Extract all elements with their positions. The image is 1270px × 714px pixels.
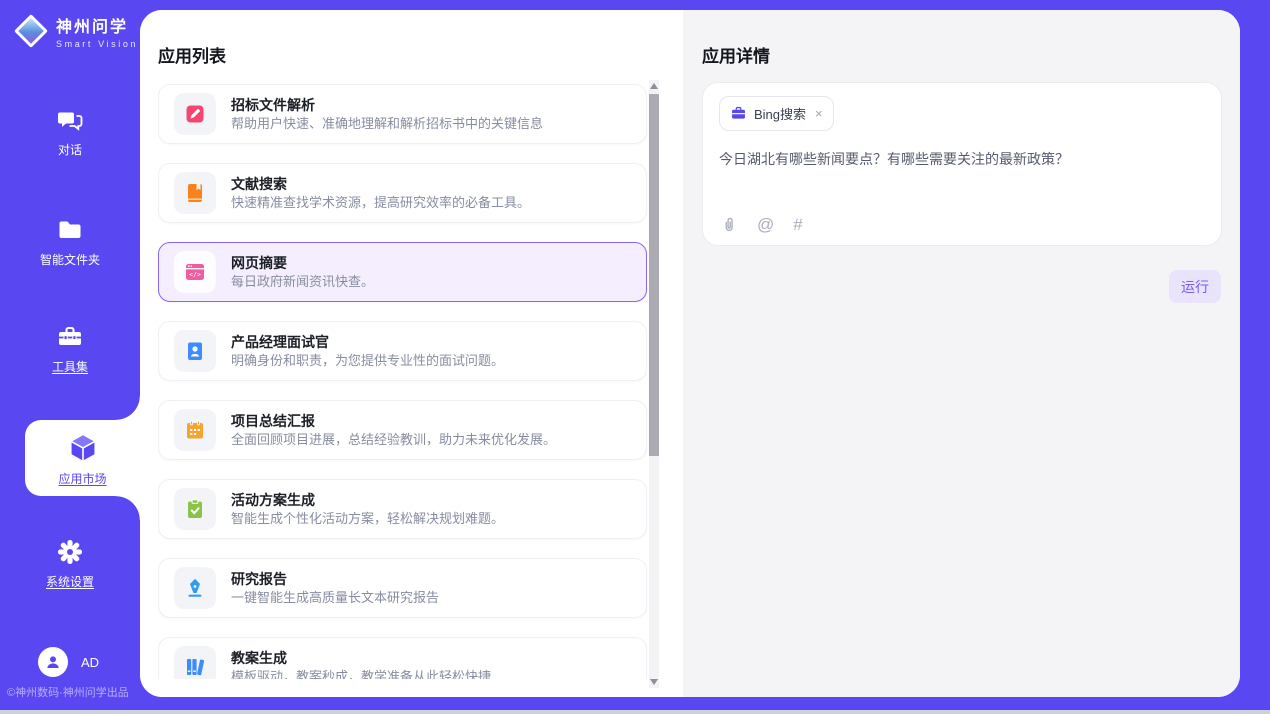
sidebar-item-label: 智能文件夹 <box>40 254 100 266</box>
edit-square-icon <box>174 93 216 135</box>
brand-text: 神州问学 Smart Vision <box>56 13 138 49</box>
app-list: 招标文件解析 帮助用户快速、准确地理解和解析招标书中的关键信息 文献搜索 <box>158 84 647 679</box>
books-icon <box>174 646 216 679</box>
person-icon <box>44 653 62 671</box>
sidebar: 神州问学 Smart Vision 对话 智能文件夹 <box>0 0 140 710</box>
app-detail-panel: 应用详情 Bing搜索 × 今日湖北有哪些新闻要点？有哪些需要关注的最新政策？ <box>683 10 1240 697</box>
toolbox-icon <box>56 323 84 354</box>
app-card-title: 网页摘要 <box>231 256 374 270</box>
calendar-icon <box>174 409 216 451</box>
input-toolbar: @ # <box>720 215 803 233</box>
app-card-desc: 模板驱动，教案秒成，教学准备从此轻松快捷 <box>231 670 491 679</box>
app-card-title: 产品经理面试官 <box>231 335 504 349</box>
main-content: 应用列表 招标文件解析 帮助用户快速、准确地理解和解析招标书中的关键信息 <box>140 10 1240 697</box>
sidebar-item-smart-folder[interactable]: 智能文件夹 <box>0 216 140 266</box>
app-card-bid-analysis[interactable]: 招标文件解析 帮助用户快速、准确地理解和解析招标书中的关键信息 <box>158 84 647 144</box>
avatar <box>38 647 68 677</box>
sidebar-item-label: 系统设置 <box>46 576 94 588</box>
scroll-up-arrow-icon[interactable] <box>650 83 658 89</box>
brand-name: 神州问学 <box>56 13 138 37</box>
book-icon <box>174 172 216 214</box>
sidebar-item-chat[interactable]: 对话 <box>0 106 140 156</box>
hash-icon[interactable]: # <box>793 216 802 233</box>
chat-icon <box>56 106 84 137</box>
run-button[interactable]: 运行 <box>1169 270 1221 303</box>
sidebar-item-label: 对话 <box>58 144 82 156</box>
app-card-literature-search[interactable]: 文献搜索 快速精准查找学术资源，提高研究效率的必备工具。 <box>158 163 647 223</box>
app-card-desc: 帮助用户快速、准确地理解和解析招标书中的关键信息 <box>231 117 543 130</box>
app-list-panel: 应用列表 招标文件解析 帮助用户快速、准确地理解和解析招标书中的关键信息 <box>140 10 683 697</box>
tool-chip-bing-search[interactable]: Bing搜索 × <box>719 96 834 131</box>
app-card-event-plan[interactable]: 活动方案生成 智能生成个性化活动方案，轻松解决规划难题。 <box>158 479 647 539</box>
app-card-desc: 明确身份和职责，为您提供专业性的面试问题。 <box>231 354 504 367</box>
app-card-title: 文献搜索 <box>231 177 530 191</box>
tool-chip-label: Bing搜索 <box>754 104 806 123</box>
pen-nib-icon <box>174 567 216 609</box>
app-card-title: 教案生成 <box>231 651 491 665</box>
app-card-lesson-plan[interactable]: 教案生成 模板驱动，教案秒成，教学准备从此轻松快捷 <box>158 637 647 679</box>
app-list-title: 应用列表 <box>158 42 226 67</box>
sidebar-item-toolset[interactable]: 工具集 <box>0 323 140 373</box>
app-card-desc: 快速精准查找学术资源，提高研究效率的必备工具。 <box>231 196 530 209</box>
prompt-input-card: Bing搜索 × 今日湖北有哪些新闻要点？有哪些需要关注的最新政策？ @ # <box>702 82 1222 246</box>
mention-at-icon[interactable]: @ <box>757 216 774 233</box>
app-card-research-report[interactable]: 研究报告 一键智能生成高质量长文本研究报告 <box>158 558 647 618</box>
app-card-desc: 每日政府新闻资讯快查。 <box>231 275 374 288</box>
badge-person-icon <box>174 330 216 372</box>
cube-icon <box>67 432 99 467</box>
app-card-pm-interviewer[interactable]: 产品经理面试官 明确身份和职责，为您提供专业性的面试问题。 <box>158 321 647 381</box>
svg-text:</>: </> <box>189 271 201 279</box>
browser-code-icon: </> <box>174 251 216 293</box>
user-label: AD <box>81 655 99 670</box>
brand-tagline: Smart Vision <box>56 39 138 49</box>
gear-icon <box>56 538 84 569</box>
app-card-title: 招标文件解析 <box>231 98 543 112</box>
app-card-project-summary[interactable]: 项目总结汇报 全面回顾项目进展，总结经验教训，助力未来优化发展。 <box>158 400 647 460</box>
sidebar-item-settings[interactable]: 系统设置 <box>0 538 140 588</box>
scrollbar-thumb[interactable] <box>649 94 659 456</box>
query-text-input[interactable]: 今日湖北有哪些新闻要点？有哪些需要关注的最新政策？ <box>719 149 1205 169</box>
paperclip-icon[interactable] <box>720 215 738 233</box>
clipboard-check-icon <box>174 488 216 530</box>
app-card-desc: 全面回顾项目进展，总结经验教训，助力未来优化发展。 <box>231 433 556 446</box>
close-icon[interactable]: × <box>815 106 823 121</box>
app-window: 神州问学 Smart Vision 对话 智能文件夹 <box>0 0 1270 710</box>
scroll-down-arrow-icon[interactable] <box>650 679 658 685</box>
user-account[interactable]: AD <box>38 647 99 677</box>
app-card-web-summary[interactable]: </> 网页摘要 每日政府新闻资讯快查。 <box>158 242 647 302</box>
sidebar-item-label: 应用市场 <box>58 473 106 485</box>
app-detail-title: 应用详情 <box>702 42 770 67</box>
sidebar-item-app-market[interactable]: 应用市场 <box>25 420 140 496</box>
brand-logo: 神州问学 Smart Vision <box>15 13 138 49</box>
folder-icon <box>56 216 84 247</box>
brand-diamond-icon <box>15 15 47 47</box>
briefcase-icon <box>730 105 747 122</box>
sidebar-item-label: 工具集 <box>52 361 88 373</box>
app-card-title: 项目总结汇报 <box>231 414 556 428</box>
app-card-desc: 一键智能生成高质量长文本研究报告 <box>231 591 439 604</box>
list-scrollbar[interactable] <box>649 80 659 688</box>
app-card-title: 活动方案生成 <box>231 493 504 507</box>
app-card-title: 研究报告 <box>231 572 439 586</box>
app-card-desc: 智能生成个性化活动方案，轻松解决规划难题。 <box>231 512 504 525</box>
copyright-footer: ©神州数码·神州问学出品 <box>7 684 129 700</box>
